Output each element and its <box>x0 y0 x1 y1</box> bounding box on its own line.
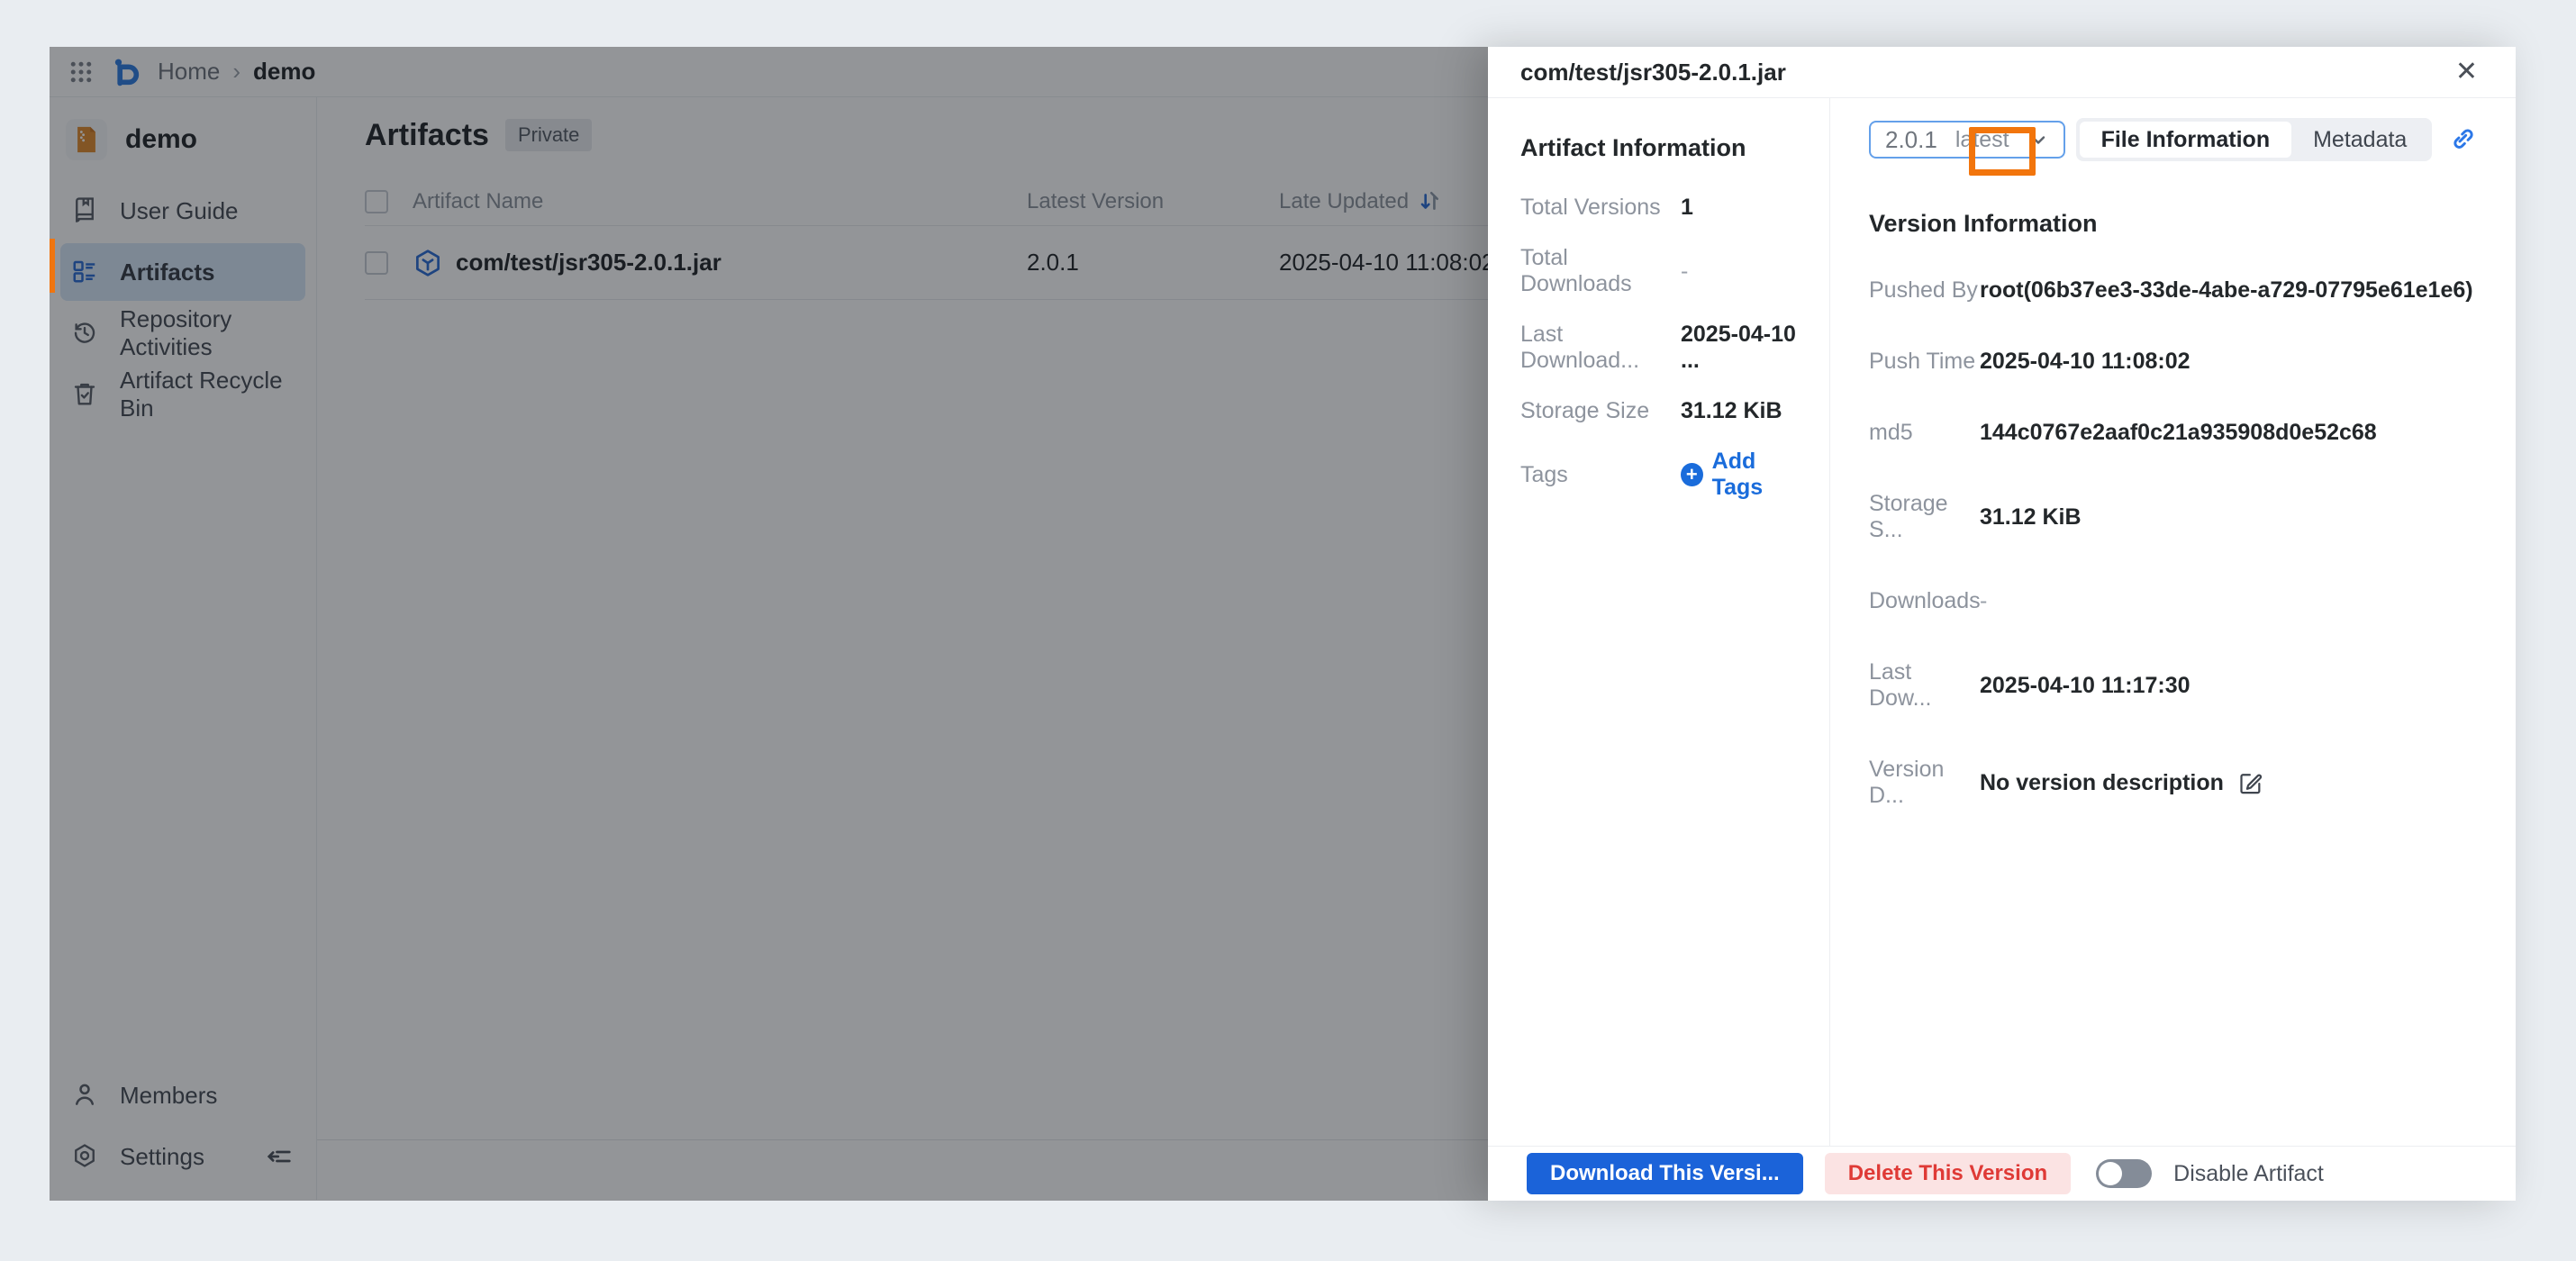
artifact-info-row: Total Downloads - <box>1520 245 1808 297</box>
copy-link-icon[interactable] <box>2447 125 2476 154</box>
version-info-label: Downloads <box>1869 588 1981 613</box>
version-info-value: 144c0767e2aaf0c21a935908d0e52c68 <box>1980 420 2377 445</box>
drawer-header: com/test/jsr305-2.0.1.jar ✕ <box>1488 47 2516 98</box>
info-label: Total Downloads <box>1520 245 1632 296</box>
annotation-highlight-box <box>1969 127 2036 176</box>
artifact-info-row: Total Versions 1 <box>1520 195 1808 221</box>
disable-artifact-toggle[interactable] <box>2096 1159 2153 1188</box>
version-info-row: Downloads - <box>1869 588 2476 614</box>
info-value: - <box>1681 258 1689 284</box>
info-value: 2025-04-10 ... <box>1681 322 1796 373</box>
app-window: Home › demo demo User Guide Artifacts Repo… <box>50 47 2516 1201</box>
delete-version-button[interactable]: Delete This Version <box>1824 1153 2072 1194</box>
version-info-label: Pushed By <box>1869 277 1978 303</box>
info-label: Storage Size <box>1520 398 1650 423</box>
version-info-value: root(06b37ee3-33de-4abe-a729-07795e61e1e… <box>1980 277 2473 303</box>
version-info-row: md5 144c0767e2aaf0c21a935908d0e52c68 <box>1869 420 2476 446</box>
add-tags-label: Add Tags <box>1711 449 1764 500</box>
version-info-label: md5 <box>1869 420 1913 445</box>
tags-label: Tags <box>1520 461 1568 487</box>
version-info-label: Last Dow... <box>1869 659 1932 711</box>
toggle-knob <box>2099 1162 2123 1185</box>
annotation-active-nav-bar <box>50 239 55 293</box>
version-info-label: Push Time <box>1869 349 1976 374</box>
version-info-value: 2025-04-10 11:17:30 <box>1980 672 2191 698</box>
artifact-info-row: Storage Size 31.12 KiB <box>1520 398 1808 424</box>
version-info-label: Storage S... <box>1869 491 1948 542</box>
info-value: 1 <box>1681 195 1693 220</box>
info-label: Total Versions <box>1520 195 1661 220</box>
version-info-row: Version D... No version description <box>1869 757 2476 809</box>
info-label: Last Download... <box>1520 322 1640 373</box>
version-info-row: Pushed By root(06b37ee3-33de-4abe-a729-07… <box>1869 277 2476 304</box>
drawer-footer: Download This Versi... Delete This Versi… <box>1488 1146 2516 1201</box>
add-tags-button[interactable]: + Add Tags <box>1681 449 1808 501</box>
version-info-value: No version description <box>1980 769 2224 795</box>
info-value: 31.12 KiB <box>1681 398 1782 423</box>
disable-artifact-label: Disable Artifact <box>2173 1160 2324 1186</box>
version-info-row: Last Dow... 2025-04-10 11:17:30 <box>1869 659 2476 712</box>
artifact-information-panel: Artifact Information Total Versions 1 Tota… <box>1488 98 1830 1146</box>
version-info-value: 2025-04-10 11:08:02 <box>1980 349 2191 374</box>
artifact-info-row: Last Download... 2025-04-10 ... <box>1520 322 1808 374</box>
version-select-value: 2.0.1 <box>1885 125 1937 153</box>
artifact-information-heading: Artifact Information <box>1520 134 1746 161</box>
detail-tabs: File Information Metadata <box>2075 118 2433 161</box>
edit-icon[interactable] <box>2238 770 2263 795</box>
version-toolbar: 2.0.1 latest File Information Metadata <box>1869 118 2476 161</box>
version-info-value: - <box>1980 588 1988 613</box>
version-detail-panel: 2.0.1 latest File Information Metadata V… <box>1830 98 2516 1146</box>
tab-file-information[interactable]: File Information <box>2079 122 2292 158</box>
version-info-row: Storage S... 31.12 KiB <box>1869 491 2476 543</box>
drawer-title: com/test/jsr305-2.0.1.jar <box>1520 58 1786 86</box>
download-version-button[interactable]: Download This Versi... <box>1527 1153 1803 1194</box>
tags-row: Tags + Add Tags <box>1520 449 1808 501</box>
close-icon[interactable]: ✕ <box>2455 59 2478 86</box>
plus-circle-icon: + <box>1681 463 1703 486</box>
version-info-label: Version D... <box>1869 757 1945 808</box>
tab-metadata[interactable]: Metadata <box>2291 122 2428 158</box>
version-information-heading: Version Information <box>1869 210 2098 237</box>
artifact-detail-drawer: com/test/jsr305-2.0.1.jar ✕ Artifact Inf… <box>1488 47 2516 1201</box>
version-info-value: 31.12 KiB <box>1980 503 2082 530</box>
version-info-row: Push Time 2025-04-10 11:08:02 <box>1869 349 2476 375</box>
